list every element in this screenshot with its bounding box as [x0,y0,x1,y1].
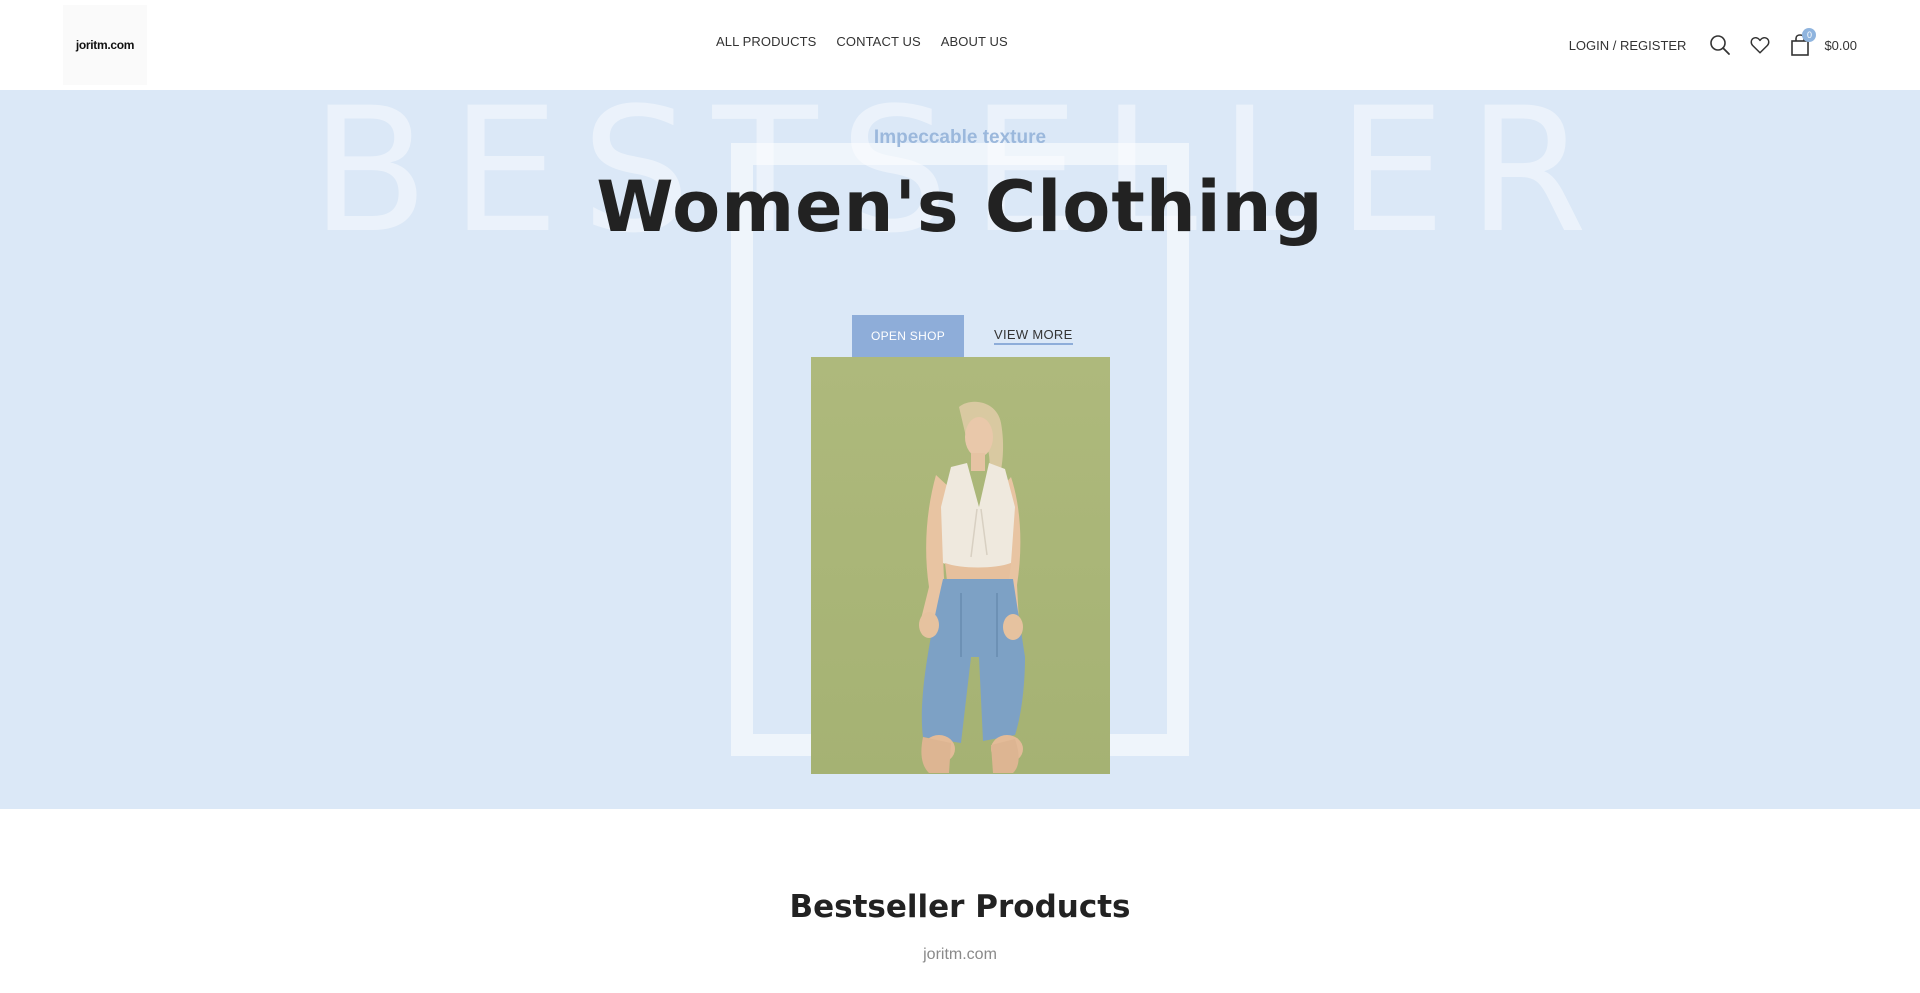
login-register-link[interactable]: LOGIN / REGISTER [1569,38,1687,53]
section-subtitle: joritm.com [923,946,997,963]
nav-item-contact-us[interactable]: CONTACT US [836,34,920,49]
view-more-link[interactable]: VIEW MORE [994,327,1073,345]
cart-total[interactable]: $0.00 [1824,38,1857,53]
heart-icon[interactable] [1746,31,1774,59]
cart-button[interactable]: 0 [1786,28,1817,59]
hero-banner: BESTSELLER Impeccable texture Women's Cl… [0,90,1920,809]
hero-product-image [811,357,1110,774]
section-title: Bestseller Products [789,889,1131,925]
open-shop-button[interactable]: OPEN SHOP [852,315,964,357]
site-header: joritm.com ALL PRODUCTS CONTACT US ABOUT… [0,0,1920,90]
hero-actions: OPEN SHOP VIEW MORE [852,315,1073,357]
cart-count-badge: 0 [1802,28,1817,42]
nav-item-all-products[interactable]: ALL PRODUCTS [716,34,816,49]
hero-title: Women's Clothing [596,166,1324,248]
hero-subtitle: Impeccable texture [873,127,1047,148]
header-actions: LOGIN / REGISTER 0 $0.00 [1569,28,1857,62]
logo-text: joritm.com [75,38,135,52]
nav-item-about-us[interactable]: ABOUT US [941,34,1008,49]
search-icon[interactable] [1706,31,1734,59]
site-logo[interactable]: joritm.com [63,5,147,85]
main-nav: ALL PRODUCTS CONTACT US ABOUT US [716,34,1008,49]
